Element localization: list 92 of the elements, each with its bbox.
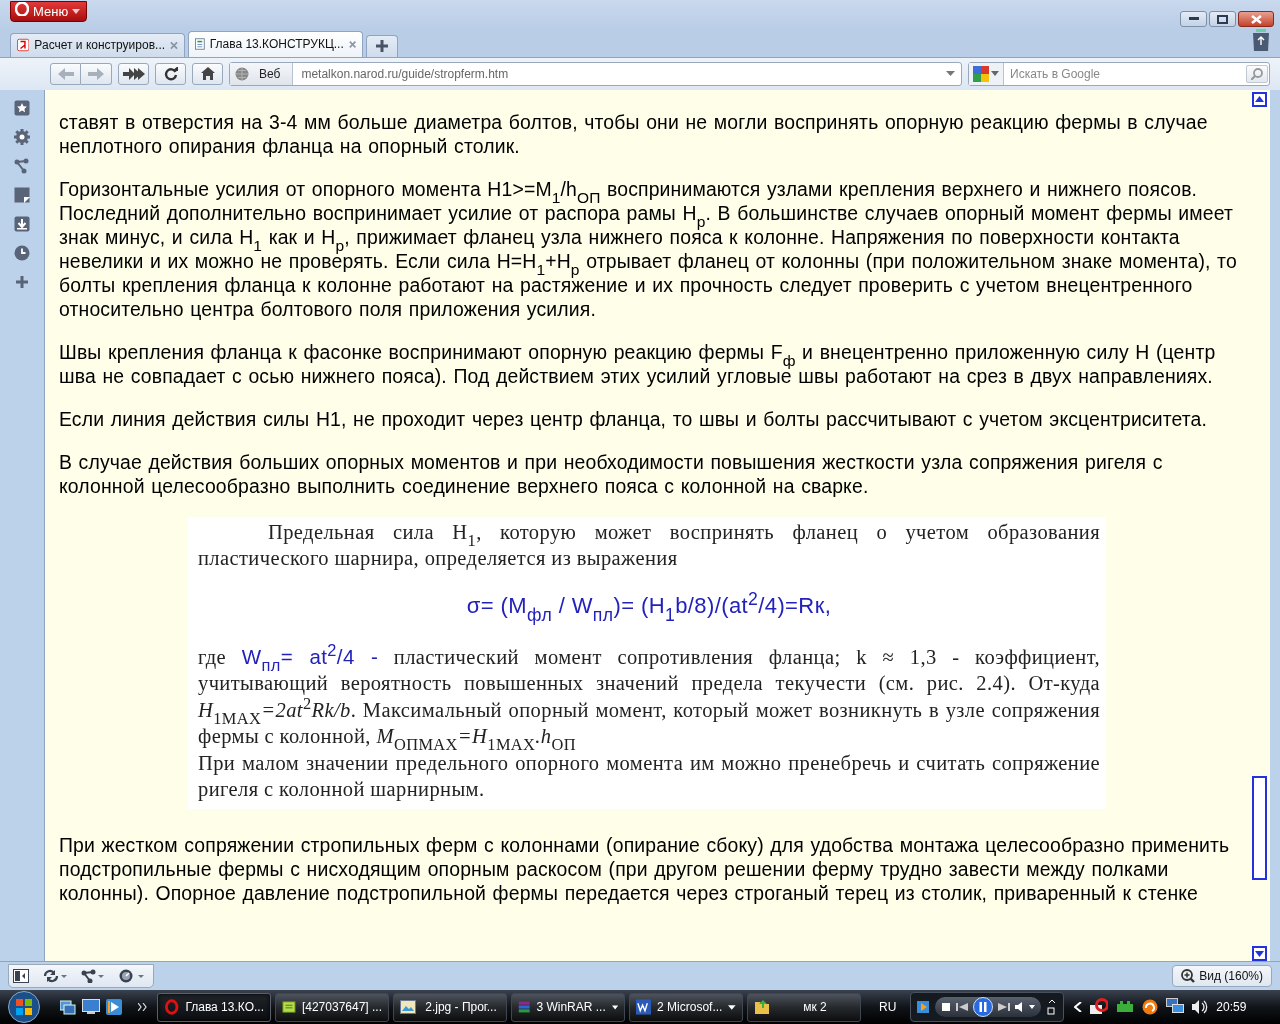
share-nodes-icon[interactable] (81, 969, 105, 984)
trash-icon[interactable] (1252, 29, 1270, 52)
chevron-icon[interactable] (138, 1003, 147, 1012)
bookmarks-star-icon[interactable] (14, 99, 30, 116)
taskbar-button[interactable]: мк 2 (747, 992, 861, 1022)
search-input[interactable]: Искать в Google (1004, 66, 1246, 81)
left-chevron-icon[interactable] (1074, 1002, 1083, 1013)
search-engine-icon[interactable] (973, 65, 989, 82)
settings-icon[interactable] (14, 128, 30, 145)
browser-tab[interactable]: Глава 13.КОНСТРУКЦ... (188, 30, 363, 57)
article-paragraph: В случае действия больших опорных моментов и при необходимости повышения жесткости узла сопряжения ригеля с колонной целесообразно выполнить соединение верхнего пояса с колонной на сварке. (59, 449, 1164, 498)
speedometer-icon[interactable] (119, 969, 145, 984)
up-arrow-icon (1255, 96, 1264, 103)
search-field[interactable]: Искать в Google (968, 61, 1270, 86)
player-logo-icon[interactable] (917, 1001, 930, 1014)
scroll-down-button[interactable] (1252, 946, 1267, 962)
volume-icon[interactable] (1015, 1002, 1036, 1013)
stop-icon[interactable] (941, 1002, 952, 1013)
taskbar-button[interactable]: Глава 13.КО... (157, 992, 271, 1022)
left-arrow-icon (57, 67, 74, 80)
new-tab-button[interactable] (366, 34, 398, 57)
reload-icon (163, 66, 178, 81)
mail-icon[interactable] (1090, 998, 1109, 1017)
panel-toggle-icon[interactable] (13, 969, 29, 984)
next-icon[interactable] (997, 1002, 1012, 1013)
close-icon (1250, 14, 1262, 24)
page-icon (195, 37, 205, 52)
reload-button[interactable] (155, 62, 186, 85)
home-button[interactable] (192, 62, 223, 85)
article-paragraph: При жестком сопряжении стропильных ферм с колоннами (опирание сбоку) для удобства монтажа целесообразно применить подстропильные фермы с нисходящим опорным раскосом (при другом решении ферму трудно завести между полками колонны). Опорное давление подстропильной фермы передается через строганый терец из столик, приваренный к стенке (59, 832, 1231, 905)
note-icon[interactable] (14, 186, 30, 203)
scan-paragraph: где W$_{пл}$= at$^{2}$/4 - пластический момент сопротивления фланца; k ≈ 1,3 - коэффициент, учитывающий вероятность повышенных значений предела текучести (см. рис. 2.4). От-куда H$_{1MAX}$=2at$^{2}$Rk/b. Максимальный опорный момент, который может возникнуть в узле сопряжения фермы с колонной, M$_{ОПMAX}$=H$_{1MAX}$.h$_{ОП}$ (198, 643, 1100, 750)
equation-text: σ= (M$_{фл}$ / W$_{пл}$)= (H$_{1}$b/8)/(at$^{2}$/4)=Rк, (465, 587, 833, 624)
taskbar-button[interactable]: [427037647] ... (275, 992, 389, 1022)
caret-icon (72, 9, 81, 14)
opera-logo-icon (15, 2, 29, 16)
desktop-icon[interactable] (82, 999, 100, 1016)
folder-icon (754, 999, 770, 1016)
maximize-icon (1217, 14, 1228, 24)
restore-player-icon[interactable] (1047, 999, 1058, 1016)
download-icon[interactable] (14, 215, 30, 232)
opera-logo-icon (164, 999, 180, 1016)
picture-icon (400, 999, 416, 1016)
caret-icon (611, 1004, 618, 1010)
taskbar-button[interactable]: 3 WinRAR ... (511, 992, 625, 1022)
sync-icon[interactable] (43, 969, 67, 984)
article-paragraph: ставят в отверстия на 3-4 мм больше диаметра болтов, чтобы они не могли воспринять опорную реакцию фермы в случае неплотного опирания фланца на опорный столик. (59, 109, 1209, 158)
previous-icon[interactable] (955, 1002, 970, 1013)
fast-forward-button[interactable] (118, 62, 149, 85)
speaker-icon[interactable] (1192, 999, 1209, 1016)
article-paragraph: Горизонтальные усилия от опорного момента H1>=M$_{1}$/h$_{ОП}$ воспринимаются узлами крепления верхнего и нижнего поясов. Последний дополнительно воспринимает усилие от распора рамы H$_{р}$. В большинстве случаев опорный момент фермы имеет знак минус, и сила H$_{1}$ как и H$_{р}$, прижимает фланец узла нижнего пояса к колонне. Напряжения по поверхности контакта невелики и их можно не проверять. Если сила H=H$_{1}$+H$_{р}$ отрывает фланец от колонны (при положительном знаке момента), то болты крепления фланца к колонне работают на растяжение и их прочность следует проверить с учетом внецентренного относительно центра болтового поля приложения усилия. (59, 176, 1238, 321)
browser-tab[interactable]: Расчет и конструиров... (10, 32, 185, 57)
taskbar-button[interactable]: 2.jpg - Прог... (393, 992, 507, 1022)
globe-icon (235, 66, 249, 81)
down-arrow-icon (1255, 950, 1264, 957)
play-icon[interactable] (106, 999, 122, 1016)
caret-icon[interactable] (991, 71, 999, 77)
document-w-icon (636, 999, 652, 1016)
circle-arrow-icon[interactable] (1142, 999, 1159, 1016)
search-button[interactable] (1246, 64, 1268, 83)
taskbar-button[interactable]: 2 Microsof... (629, 992, 743, 1022)
scan-paragraph: Предельная сила H$_{1}$, которую может воспринять фланец о учетом образования пластического шарнира, определяется из выражения (198, 519, 1100, 572)
maximize-button[interactable] (1209, 11, 1236, 27)
close-tab-icon[interactable] (348, 39, 356, 49)
scrollbar-thumb[interactable] (1252, 776, 1267, 881)
plus-icon[interactable] (14, 273, 30, 290)
clock-time: 20:59 (1216, 1000, 1247, 1015)
caret-icon (728, 1004, 736, 1010)
minimize-button[interactable] (1180, 11, 1207, 27)
clock-icon[interactable] (14, 244, 30, 261)
pause-icon[interactable] (973, 997, 994, 1018)
link-nodes-icon[interactable] (14, 157, 30, 174)
search-icon (1251, 67, 1263, 80)
article-paragraph: Если линия действия силы H1, не проходит через центр фланца, то швы и болты рассчитывают с учетом эксцентриситета. (59, 406, 1209, 431)
right-arrow-icon (88, 67, 104, 80)
url-text: metalkon.narod.ru/guide/stropferm.htm (300, 66, 510, 81)
home-icon (200, 67, 215, 81)
minimize-icon (1188, 17, 1199, 21)
address-field[interactable]: Веб metalkon.narod.ru/guide/stropferm.htm (229, 61, 962, 86)
menu-button[interactable]: Меню (10, 1, 88, 22)
chat-window-icon (282, 999, 296, 1016)
windows-switch-icon[interactable] (60, 999, 76, 1016)
zoom-in-icon (1181, 969, 1196, 984)
double-arrow-icon (122, 67, 145, 80)
scan-paragraph: При малом значении предельного опорного момента им можно пренебречь и считать сопряжение ригеля с колонной шарнирным. (198, 750, 1100, 803)
close-button[interactable] (1238, 11, 1274, 27)
language-indicator[interactable]: RU (879, 1000, 897, 1015)
article-paragraph: Швы крепления фланца к фасонке воспринимают опорную реакцию фермы F$_{ф}$ и внецентренно приложенную силу H (центр шва не совпадает с осью нижнего пояса). Под действием этих усилий угловые швы работают на срез в двух направлениях. (59, 339, 1217, 388)
zoom-button[interactable]: Вид (160%) (1172, 965, 1272, 988)
plus-icon (376, 40, 388, 53)
scope-label: Веб (259, 66, 281, 81)
scroll-up-button[interactable] (1252, 91, 1267, 107)
